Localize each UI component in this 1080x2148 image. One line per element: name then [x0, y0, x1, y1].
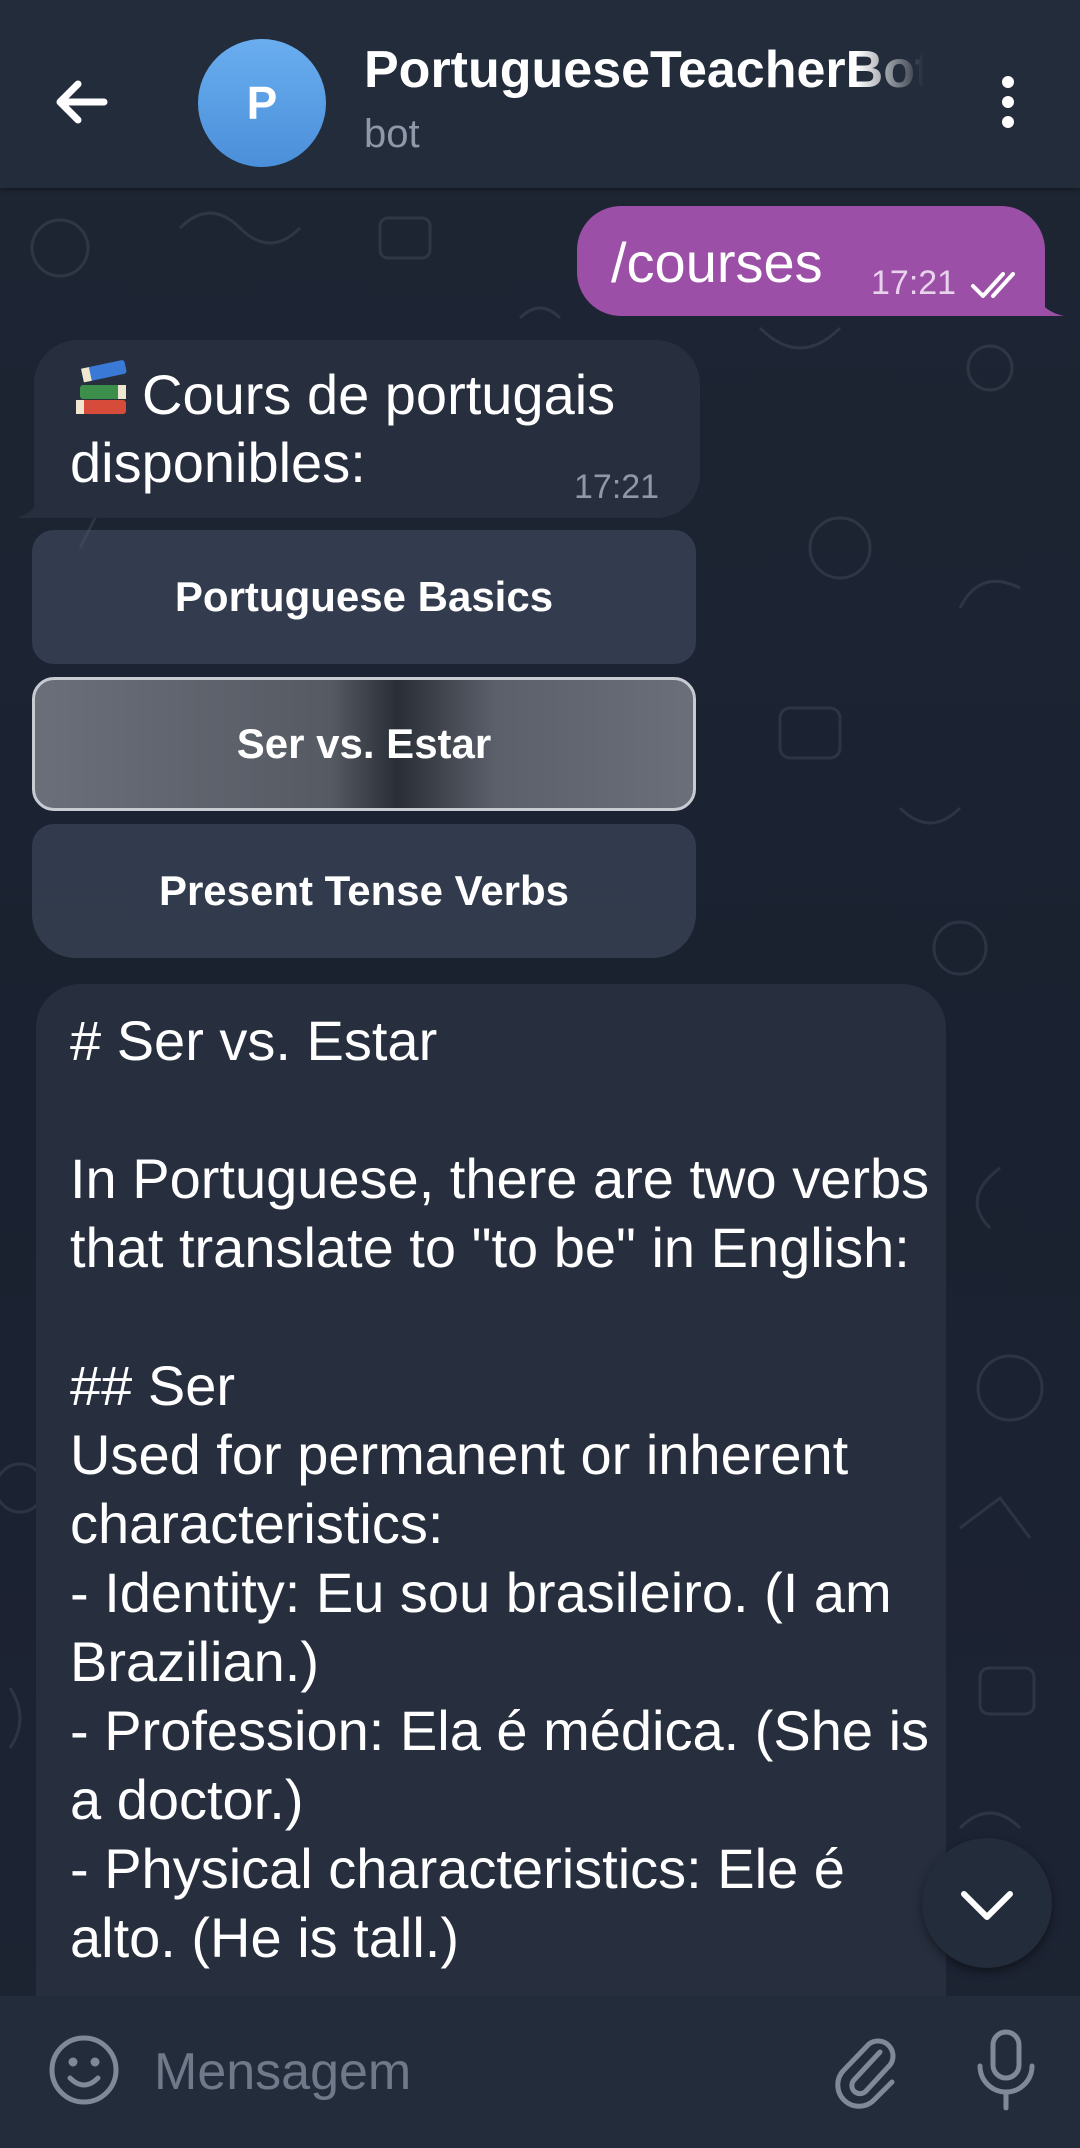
- microphone-icon: [977, 2029, 1035, 2111]
- books-icon: [76, 360, 127, 414]
- message-input-bar: [0, 1996, 1080, 2148]
- chat-title[interactable]: PortugueseTeacherBot: [364, 40, 924, 100]
- lesson-item: - Profession: Ela é médica. (She is a do…: [70, 1699, 930, 1831]
- lesson-intro: In Portuguese, there are two verbs that …: [70, 1147, 930, 1279]
- chat-header: P PortugueseTeacherBot bot: [0, 0, 1080, 188]
- message-time: 17:21: [871, 264, 957, 302]
- incoming-message[interactable]: Cours de portugais disponibles: 17:21: [34, 340, 700, 518]
- voice-message-button[interactable]: [968, 2026, 1044, 2114]
- paperclip-icon: [835, 2038, 896, 2109]
- lesson-subheading: ## Ser: [70, 1354, 235, 1417]
- message-text: /courses: [611, 231, 823, 294]
- emoji-button[interactable]: [46, 2032, 122, 2108]
- lesson-text: # Ser vs. Estar In Portuguese, there are…: [70, 1006, 930, 1972]
- bubble-tail: [1030, 280, 1064, 316]
- chat-subtitle: bot: [364, 112, 420, 156]
- more-options-button[interactable]: [980, 62, 1036, 142]
- lesson-item: - Identity: Eu sou brasileiro. (I am Bra…: [70, 1561, 892, 1693]
- message-time: 17:21: [574, 468, 660, 506]
- scroll-down-button[interactable]: [922, 1838, 1052, 1968]
- course-button-ser-vs-estar[interactable]: Ser vs. Estar: [32, 677, 696, 811]
- lesson-message[interactable]: # Ser vs. Estar In Portuguese, there are…: [36, 984, 946, 2024]
- back-button[interactable]: [44, 60, 124, 140]
- double-check-icon: [971, 272, 1015, 298]
- outgoing-message[interactable]: /courses 17:21: [577, 206, 1045, 316]
- message-input[interactable]: [154, 2032, 794, 2112]
- chat-screen: P PortugueseTeacherBot bot /courses 17:2…: [0, 0, 1080, 2148]
- course-button-present-tense-verbs[interactable]: Present Tense Verbs: [32, 824, 696, 958]
- lesson-item: - Physical characteristics: Ele é alto. …: [70, 1837, 845, 1969]
- lesson-heading: # Ser vs. Estar: [70, 1009, 438, 1072]
- lesson-description: Used for permanent or inherent character…: [70, 1423, 849, 1555]
- smile-icon: [49, 2035, 119, 2105]
- arrow-left-icon: [56, 80, 108, 124]
- course-button-portuguese-basics[interactable]: Portuguese Basics: [32, 530, 696, 664]
- attach-button[interactable]: [826, 2030, 906, 2110]
- avatar[interactable]: P: [198, 39, 326, 167]
- bubble-tail: [16, 482, 46, 518]
- chevron-down-icon: [961, 1891, 1013, 1920]
